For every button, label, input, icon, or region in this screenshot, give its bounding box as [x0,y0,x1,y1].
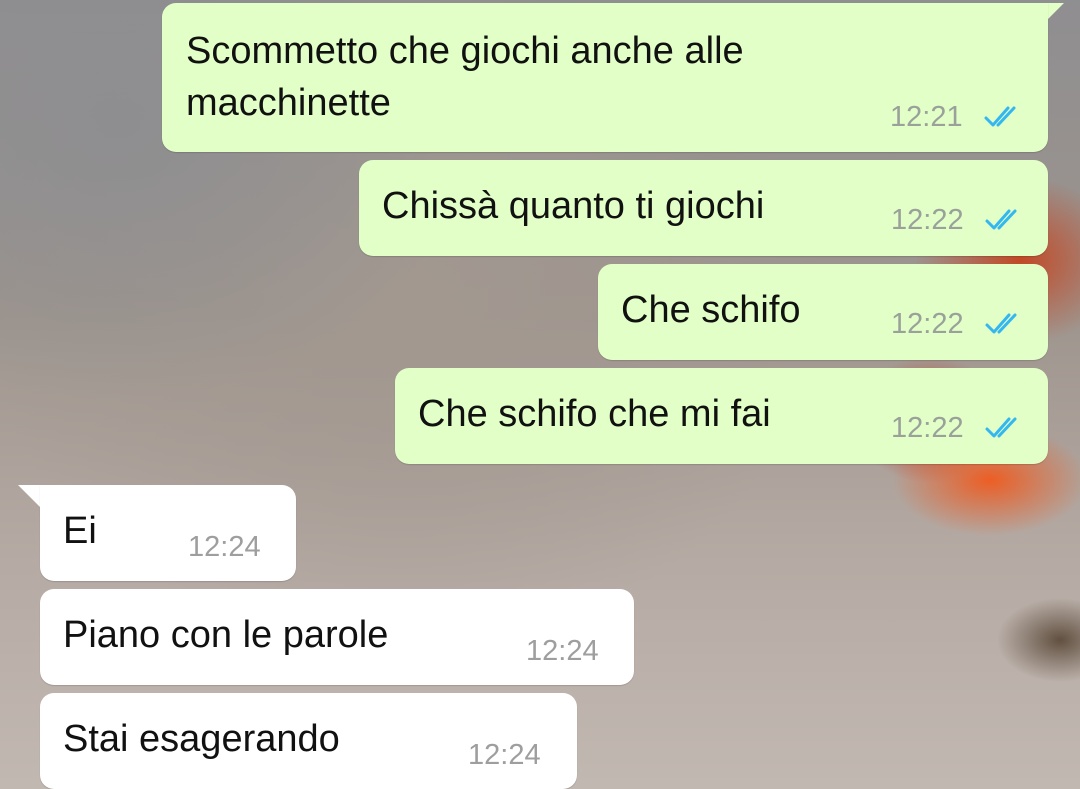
double-check-icon [985,417,1017,438]
message-time: 12:24 [188,531,261,563]
double-check-icon [985,209,1017,230]
message-text: Piano con le parole [63,614,389,656]
message-text: Chissà quanto ti giochi [382,185,765,227]
message-time: 12:24 [526,635,599,667]
double-check-icon [984,106,1016,127]
message-time: 12:21 [890,101,963,133]
message-time: 12:24 [468,739,541,771]
message-time: 12:22 [891,308,964,340]
message-bubble-outgoing[interactable]: Che schifo 12:22 [598,264,1048,360]
message-time: 12:22 [891,204,964,236]
message-text: Scommetto che giochi anche alle [186,30,744,72]
message-bubble-incoming[interactable]: Ei 12:24 [40,485,296,581]
message-bubble-incoming[interactable]: Stai esagerando 12:24 [40,693,577,789]
message-text: Che schifo [621,289,801,331]
message-bubble-outgoing[interactable]: Chissà quanto ti giochi 12:22 [359,160,1048,256]
message-bubble-outgoing[interactable]: Che schifo che mi fai 12:22 [395,368,1048,464]
chat-message-list[interactable]: Scommetto che giochi anche alle macchine… [0,0,1080,789]
message-text: macchinette [186,82,391,124]
message-text: Che schifo che mi fai [418,393,771,435]
double-check-icon [985,313,1017,334]
message-text: Stai esagerando [63,718,340,760]
message-text: Ei [63,510,97,552]
message-bubble-incoming[interactable]: Piano con le parole 12:24 [40,589,634,685]
message-time: 12:22 [891,412,964,444]
message-bubble-outgoing[interactable]: Scommetto che giochi anche alle macchine… [162,3,1048,152]
bubble-tail [18,485,40,507]
